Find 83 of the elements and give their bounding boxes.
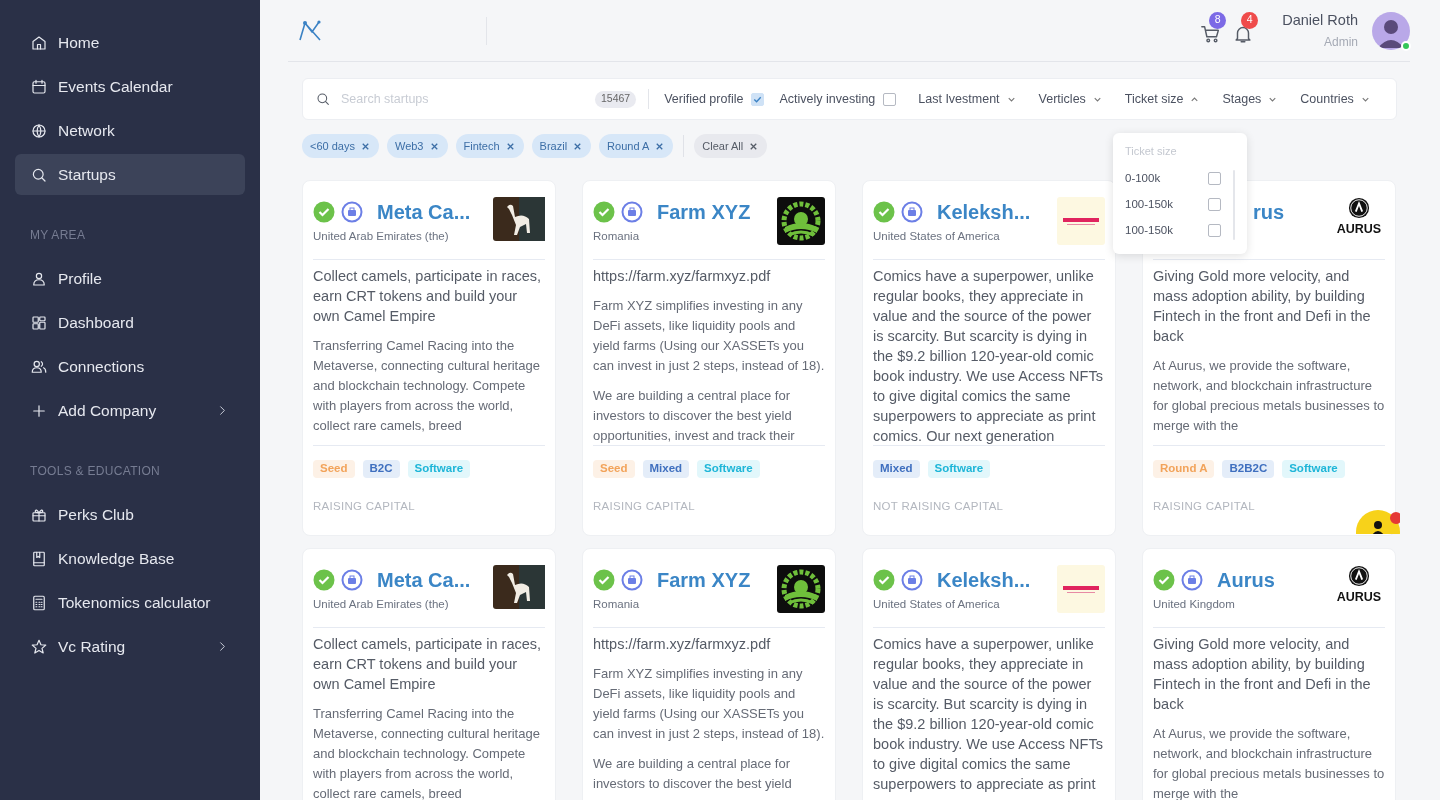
sidebar-item[interactable]: Events Calendar — [15, 66, 245, 107]
checkbox-filter[interactable]: Verified profile — [664, 89, 765, 109]
sidebar-item[interactable]: Network — [15, 110, 245, 151]
logo-wordmark: AURUS — [1336, 589, 1382, 607]
result-count: 15467 — [595, 90, 637, 108]
company-country: Romania — [593, 229, 641, 244]
user-name: Daniel Roth — [1282, 10, 1358, 30]
menu-option[interactable]: 100-150k — [1125, 191, 1235, 218]
company-description: Farm XYZ simplifies investing in any DeFi assets, like liquidity pools and yield farms (Using our XASSETs you can invest in just 2 steps, instead of 18). — [593, 665, 825, 744]
company-description: Transferring Camel Racing into the Metaverse, connecting cultural heritage and blockchain technology. Compete with players from across the world, collect rare camels, breed — [313, 705, 541, 800]
filter-chip[interactable]: Fintech — [455, 134, 524, 158]
company-description: We are building a central place for investors to discover the best yield opportunities, invest and track their — [593, 387, 796, 445]
sidebar-item[interactable]: Add Company — [15, 390, 245, 431]
clear-all-button[interactable]: Clear All — [694, 134, 768, 158]
menu-title: Ticket size — [1125, 144, 1178, 159]
tag: Software — [927, 460, 991, 478]
company-summary: Giving Gold more velocity, and mass adoption ability, by building Fintech in the front and Defi in the back — [1153, 267, 1372, 346]
sidebar-item[interactable]: Vc Rating — [15, 626, 245, 667]
company-country: Romania — [593, 597, 641, 613]
company-country: United Arab Emirates (the) — [313, 597, 450, 613]
company-description: Transferring Camel Racing into the Metaverse, connecting cultural heritage and blockchain technology. Compete with players from across the world, collect rare camels, breed — [313, 337, 541, 435]
sidebar-item[interactable]: Tokenomics calculator — [15, 582, 245, 623]
filter-dropdown[interactable]: Last Ivestment — [918, 89, 1017, 109]
menu-option[interactable]: 0-100k — [1125, 165, 1235, 192]
company-name[interactable]: Farm XYZ — [657, 197, 751, 227]
tag: Software — [697, 460, 760, 478]
company-name[interactable]: Keleksh... — [937, 565, 1031, 596]
sidebar-item[interactable]: Profile — [15, 258, 245, 299]
tag: B2B2C — [1222, 460, 1275, 478]
company-name[interactable]: Aurus — [1217, 565, 1275, 596]
logo-wordmark: AURUS — [1336, 221, 1382, 238]
company-description: We are building a central place for investors to discover the best yield — [593, 755, 793, 794]
company-summary: Giving Gold more velocity, and mass adoption ability, by building Fintech in the front and Defi in the back — [1153, 635, 1372, 715]
tag: Mixed — [873, 460, 920, 478]
filter-chip[interactable]: Brazil — [531, 134, 592, 158]
menu-option[interactable]: 100-150k — [1125, 217, 1235, 244]
tag: Software — [1282, 460, 1345, 478]
tag: Software — [407, 460, 471, 478]
company-name[interactable]: Keleksh... — [937, 197, 1031, 227]
company-name[interactable]: rus — [1253, 197, 1285, 227]
tag: Mixed — [642, 460, 690, 478]
user-role: Admin — [1324, 34, 1358, 52]
company-summary: Collect camels, participate in races, earn CRT tokens and build your own Camel Empire — [313, 267, 543, 326]
company-country: United States of America — [873, 597, 1001, 613]
filter-chip[interactable]: <60 days — [302, 134, 379, 158]
company-country: United Kingdom — [1153, 597, 1236, 613]
sidebar-item[interactable]: Perks Club — [15, 494, 245, 535]
funding-status: RAISING CAPITAL — [1153, 499, 1256, 514]
company-name[interactable]: Farm XYZ — [657, 565, 751, 596]
count-badge: 4 — [1241, 11, 1259, 29]
filter-chip[interactable]: Round A — [599, 134, 674, 158]
section-heading: MY AREA — [29, 227, 87, 244]
tag: Seed — [313, 460, 355, 478]
checkbox-filter[interactable]: Actively investing — [779, 89, 897, 109]
tag: Seed — [593, 460, 635, 478]
sidebar-item[interactable]: Connections — [15, 346, 245, 387]
company-name[interactable]: Meta Ca... — [377, 565, 471, 596]
company-summary: Collect camels, participate in races, earn CRT tokens and build your own Camel Empire — [313, 635, 543, 695]
filter-chip[interactable]: Web3 — [386, 134, 448, 158]
company-country: United Arab Emirates (the) — [313, 229, 450, 244]
tag: Round A — [1153, 460, 1215, 478]
sidebar-item[interactable]: Knowledge Base — [15, 538, 245, 579]
filter-dropdown[interactable]: Verticles — [1038, 89, 1103, 109]
filter-dropdown[interactable]: Ticket size — [1124, 89, 1201, 109]
sidebar-item[interactable]: Dashboard — [15, 302, 245, 343]
company-description: Farm XYZ simplifies investing in any DeFi assets, like liquidity pools and yield farms (Using our XASSETs you can invest in just 2 steps, instead of 18). — [593, 297, 825, 375]
filter-dropdown[interactable]: Countries — [1300, 89, 1371, 109]
sidebar-item[interactable]: Home — [15, 22, 245, 63]
company-country: United States of America — [873, 229, 1001, 244]
company-summary: Comics have a superpower, unlike regular books, they appreciate in value and the source of the power is scarcity. But scarcity is dying in the $9.2 billion 120-year-old comic book industry. We use Access NFTs to give digital comics the same superpowers to appreciate as print — [873, 635, 1104, 795]
company-summary: https://farm.xyz/farmxyz.pdf — [593, 635, 772, 655]
funding-status: RAISING CAPITAL — [593, 499, 696, 514]
company-description: At Aurus, we provide the software, network, and blockchain infrastructure for global precious metals businesses to merge with the — [1153, 357, 1385, 435]
sidebar-item[interactable]: Startups — [15, 154, 245, 195]
company-name[interactable]: Meta Ca... — [377, 197, 471, 227]
funding-status: RAISING CAPITAL — [313, 499, 416, 514]
count-badge: 8 — [1209, 11, 1227, 29]
filter-dropdown[interactable]: Stages — [1222, 89, 1279, 109]
section-heading: TOOLS & EDUCATION — [29, 463, 161, 480]
company-summary: https://farm.xyz/farmxyz.pdf — [593, 267, 772, 286]
funding-status: NOT RAISING CAPITAL — [873, 499, 1005, 514]
tag: B2C — [362, 460, 400, 478]
company-summary: Comics have a superpower, unlike regular books, they appreciate in value and the source of the power is scarcity. But scarcity is dying in the $9.2 billion 120-year-old comic book industry. We use Access NFTs to give digital comics the same superpowers to appreciate as print comics. Our next generation — [873, 267, 1104, 445]
